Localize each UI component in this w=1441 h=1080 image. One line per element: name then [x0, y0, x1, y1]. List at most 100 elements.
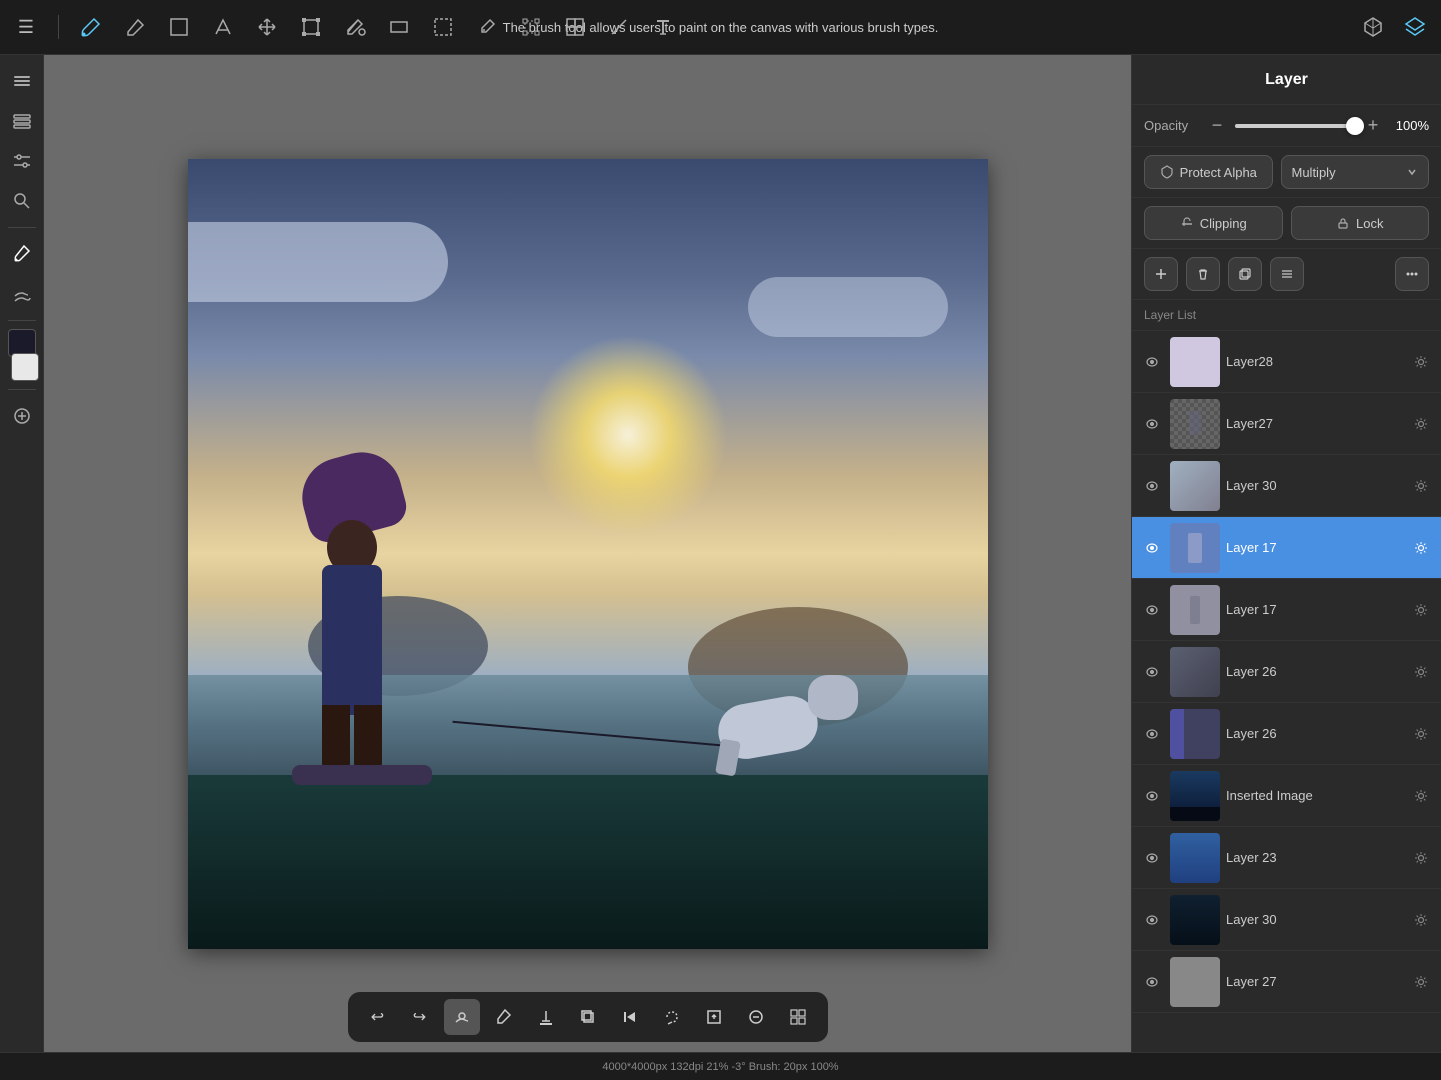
- lasso-select-button[interactable]: [654, 999, 690, 1035]
- layer-name-layer17-2: Layer 17: [1226, 602, 1403, 617]
- text-tool[interactable]: [647, 11, 679, 43]
- background-color[interactable]: [11, 353, 39, 381]
- opacity-plus-button[interactable]: +: [1363, 115, 1383, 136]
- copy-button[interactable]: [570, 999, 606, 1035]
- fill-tool[interactable]: [339, 11, 371, 43]
- freehand-tool[interactable]: [207, 11, 239, 43]
- layer-settings-layer17-2[interactable]: [1409, 598, 1433, 622]
- layer-list-view-button[interactable]: [1270, 257, 1304, 291]
- sidebar-divider2: [8, 320, 36, 321]
- reference-tool[interactable]: [559, 11, 591, 43]
- layer-settings-layer30-2[interactable]: [1409, 908, 1433, 932]
- fill-button[interactable]: [528, 999, 564, 1035]
- layer-item-layer17-active[interactable]: Layer 17: [1132, 517, 1441, 579]
- layer-visibility-layer17-active[interactable]: [1140, 536, 1164, 560]
- paint-button[interactable]: [486, 999, 522, 1035]
- grid-button[interactable]: [780, 999, 816, 1035]
- layer-thumb-layer17-2: [1170, 585, 1220, 635]
- layer-thumb-layer23: [1170, 833, 1220, 883]
- layer-item-layer27[interactable]: Layer27: [1132, 393, 1441, 455]
- layer-name-layer26-1: Layer 26: [1226, 664, 1403, 679]
- eraser-tool[interactable]: [119, 11, 151, 43]
- layer-visibility-layer23[interactable]: [1140, 846, 1164, 870]
- delete-layer-button[interactable]: [1186, 257, 1220, 291]
- sidebar-brush-icon[interactable]: [4, 236, 40, 272]
- move-tool[interactable]: [251, 11, 283, 43]
- opacity-minus-button[interactable]: −: [1207, 115, 1227, 136]
- marquee-tool[interactable]: [427, 11, 459, 43]
- layer-settings-layer23[interactable]: [1409, 846, 1433, 870]
- layer-name-layer17-active: Layer 17: [1226, 540, 1403, 555]
- layer-settings-layer27[interactable]: [1409, 412, 1433, 436]
- layer-settings-layer28[interactable]: [1409, 350, 1433, 374]
- layer-item-layer28[interactable]: Layer28: [1132, 331, 1441, 393]
- opacity-slider[interactable]: [1235, 116, 1355, 136]
- sidebar-add-color-icon[interactable]: [4, 398, 40, 434]
- canvas-image[interactable]: [188, 159, 988, 949]
- eyedropper-tool[interactable]: [471, 11, 503, 43]
- snip-tool[interactable]: [603, 11, 635, 43]
- layer-visibility-layer26-2[interactable]: [1140, 722, 1164, 746]
- selection-rect-tool[interactable]: [163, 11, 195, 43]
- layer-visibility-layer26-1[interactable]: [1140, 660, 1164, 684]
- layer-visibility-inserted-image[interactable]: [1140, 784, 1164, 808]
- layer-item-layer17-2[interactable]: Layer 17: [1132, 579, 1441, 641]
- redo-button[interactable]: ↪: [402, 999, 438, 1035]
- adjustments-button[interactable]: [738, 999, 774, 1035]
- blend-mode-button[interactable]: Multiply: [1281, 155, 1430, 189]
- opacity-track: [1235, 124, 1355, 128]
- opacity-thumb[interactable]: [1346, 117, 1364, 135]
- sidebar-divider: [8, 227, 36, 228]
- export-button[interactable]: [696, 999, 732, 1035]
- sidebar-adjustments-icon[interactable]: [4, 143, 40, 179]
- layer-visibility-layer17-2[interactable]: [1140, 598, 1164, 622]
- undo-button[interactable]: ↩: [360, 999, 396, 1035]
- layer-list-title: Layer List: [1144, 308, 1196, 322]
- layers-icon[interactable]: [1399, 11, 1431, 43]
- smudge-button[interactable]: [444, 999, 480, 1035]
- layer-settings-layer17-active[interactable]: [1409, 536, 1433, 560]
- more-options-button[interactable]: [1395, 257, 1429, 291]
- layer-visibility-layer30-1[interactable]: [1140, 474, 1164, 498]
- layer-item-inserted-image[interactable]: Inserted Image: [1132, 765, 1441, 827]
- skip-back-button[interactable]: [612, 999, 648, 1035]
- layer-name-layer26-2: Layer 26: [1226, 726, 1403, 741]
- layer-list[interactable]: Layer28 L: [1132, 331, 1441, 1052]
- layer-settings-inserted-image[interactable]: [1409, 784, 1433, 808]
- clipping-button[interactable]: Clipping: [1144, 206, 1283, 240]
- status-text: 4000*4000px 132dpi 21% -3° Brush: 20px 1…: [602, 1061, 838, 1073]
- layer-item-layer27-3[interactable]: Layer 27: [1132, 951, 1441, 1013]
- lock-button[interactable]: Lock: [1291, 206, 1430, 240]
- menu-icon[interactable]: ☰: [10, 11, 42, 43]
- layer-item-layer23[interactable]: Layer 23: [1132, 827, 1441, 889]
- layer-item-layer26-1[interactable]: Layer 26: [1132, 641, 1441, 703]
- layer-item-layer26-2[interactable]: Layer 26: [1132, 703, 1441, 765]
- sidebar-search-icon[interactable]: [4, 183, 40, 219]
- separator: [58, 15, 59, 39]
- brush-tool[interactable]: [75, 11, 107, 43]
- warp-tool[interactable]: [515, 11, 547, 43]
- protect-alpha-button[interactable]: Protect Alpha: [1144, 155, 1273, 189]
- sidebar-smudge-icon[interactable]: [4, 276, 40, 312]
- duplicate-layer-button[interactable]: [1228, 257, 1262, 291]
- sidebar-menu-icon[interactable]: [4, 63, 40, 99]
- layer-settings-layer26-2[interactable]: [1409, 722, 1433, 746]
- layer-settings-layer30-1[interactable]: [1409, 474, 1433, 498]
- layer-settings-layer26-1[interactable]: [1409, 660, 1433, 684]
- layer-visibility-layer27[interactable]: [1140, 412, 1164, 436]
- transform-tool[interactable]: [295, 11, 327, 43]
- sidebar-divider3: [8, 389, 36, 390]
- panel-title: Layer: [1265, 71, 1308, 89]
- layer-visibility-layer28[interactable]: [1140, 350, 1164, 374]
- lock-label: Lock: [1356, 216, 1383, 231]
- add-layer-button[interactable]: [1144, 257, 1178, 291]
- 3d-icon[interactable]: [1357, 11, 1389, 43]
- layer-settings-layer27-3[interactable]: [1409, 970, 1433, 994]
- layer-item-layer30-1[interactable]: Layer 30: [1132, 455, 1441, 517]
- shape-tool[interactable]: [383, 11, 415, 43]
- layer-item-layer30-2[interactable]: Layer 30: [1132, 889, 1441, 951]
- canvas-area[interactable]: ↩ ↪: [44, 55, 1131, 1052]
- layer-visibility-layer30-2[interactable]: [1140, 908, 1164, 932]
- layer-visibility-layer27-3[interactable]: [1140, 970, 1164, 994]
- sidebar-layers-icon[interactable]: [4, 103, 40, 139]
